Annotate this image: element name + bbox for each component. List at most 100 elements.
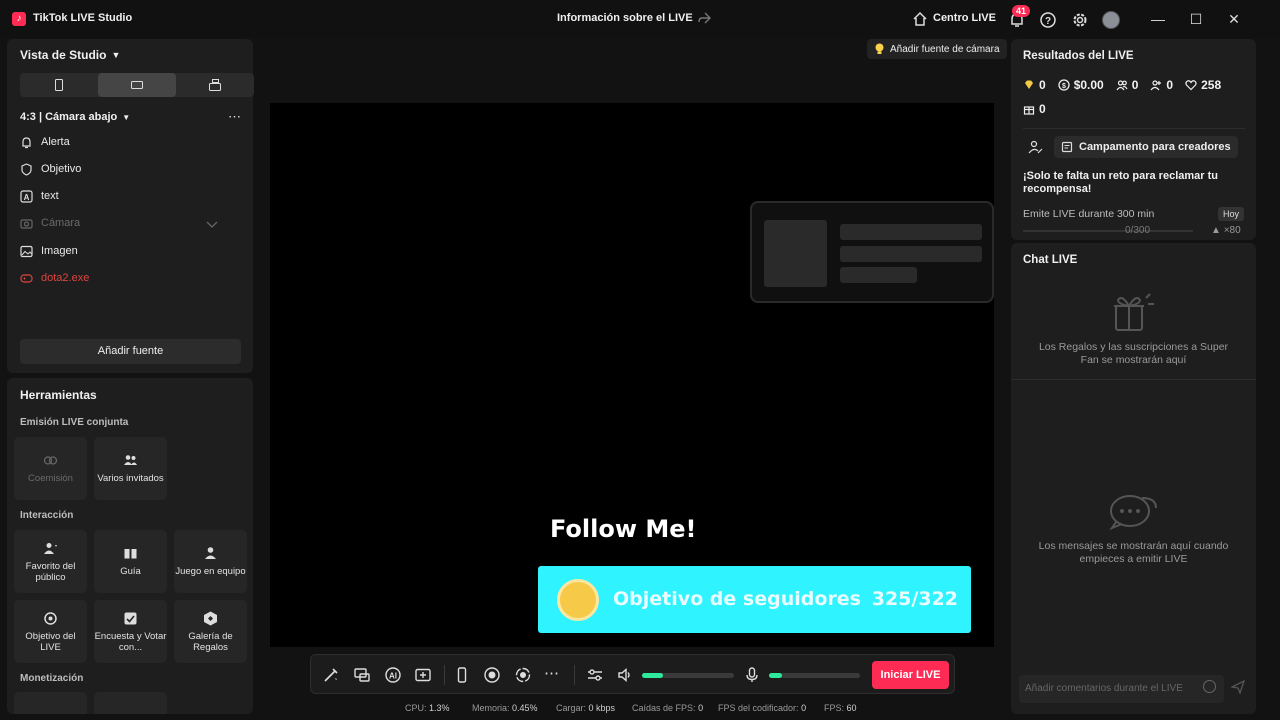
camera-icon bbox=[20, 218, 33, 229]
tool-galeria-regalos[interactable]: Galería de Regalos bbox=[174, 600, 247, 663]
creator-edit-icon[interactable] bbox=[1028, 139, 1044, 155]
follow-me-text: Follow Me! bbox=[550, 515, 697, 543]
team-game-icon bbox=[205, 547, 216, 559]
close-icon[interactable]: ✕ bbox=[1224, 9, 1244, 29]
centro-live-button[interactable]: Centro LIVE bbox=[933, 12, 996, 24]
book-icon bbox=[1061, 141, 1073, 153]
chevron-down-icon[interactable] bbox=[206, 221, 218, 229]
rotate-layout-button[interactable] bbox=[176, 73, 254, 97]
svg-text:AI: AI bbox=[389, 672, 397, 681]
section-label: Emisión LIVE conjunta bbox=[20, 417, 129, 428]
portrait-layout-button[interactable] bbox=[20, 73, 98, 97]
tool-encuesta[interactable]: Encuesta y Votar con... bbox=[94, 600, 167, 663]
tool-monetizacion-1[interactable] bbox=[14, 692, 87, 714]
share-icon[interactable] bbox=[697, 11, 711, 25]
goal-label: Objetivo de seguidores bbox=[613, 588, 861, 610]
heart-icon bbox=[1185, 80, 1197, 91]
record-icon[interactable] bbox=[483, 666, 501, 684]
chat-input[interactable]: Añadir comentarios durante el LIVE bbox=[1019, 675, 1224, 703]
send-icon[interactable] bbox=[1231, 680, 1245, 694]
metric-value: 0 bbox=[1039, 78, 1046, 92]
mixer-settings-icon[interactable] bbox=[586, 666, 604, 684]
task-reward: ▲ ×80 bbox=[1211, 225, 1241, 236]
mic-slider[interactable] bbox=[769, 673, 860, 678]
user-avatar[interactable] bbox=[1102, 11, 1120, 29]
help-icon[interactable]: ? bbox=[1039, 11, 1057, 29]
source-dota2[interactable]: dota2.exe bbox=[20, 269, 89, 287]
tools-title: Herramientas bbox=[20, 388, 97, 402]
camera-placeholder bbox=[750, 201, 994, 303]
tool-coemision[interactable]: Coemisión bbox=[14, 437, 87, 500]
maximize-icon[interactable]: ☐ bbox=[1186, 9, 1206, 29]
scene-label: 4:3 | Cámara abajo bbox=[20, 111, 118, 123]
tool-label: Galería de Regalos bbox=[188, 630, 233, 653]
metric-gifts: 0 bbox=[1023, 102, 1046, 116]
start-live-button[interactable]: Iniciar LIVE bbox=[872, 661, 949, 689]
gifts-empty-message: Los Regalos y las suscripciones a Super … bbox=[1038, 341, 1229, 366]
gift-gallery-icon bbox=[204, 611, 217, 625]
minimize-icon[interactable]: — bbox=[1148, 9, 1168, 29]
source-camara[interactable]: Cámara bbox=[20, 214, 80, 232]
gift-icon bbox=[1023, 106, 1035, 115]
source-text[interactable]: A text bbox=[20, 187, 59, 205]
emoji-icon[interactable] bbox=[1203, 680, 1216, 693]
stat-label: FPS: bbox=[824, 703, 845, 713]
ai-icon[interactable]: AI bbox=[384, 666, 402, 684]
link-icon bbox=[43, 456, 58, 465]
tool-guia[interactable]: Guía bbox=[94, 530, 167, 593]
metric-value: 0 bbox=[1131, 78, 1139, 92]
gift-box-icon bbox=[1114, 293, 1154, 331]
task-badge: Hoy bbox=[1218, 207, 1245, 221]
control-bar: AI ⋯ Iniciar LIVE bbox=[310, 654, 955, 694]
chevron-down-icon: ▼ bbox=[122, 112, 131, 122]
live-info-title[interactable]: Información sobre el LIVE bbox=[557, 12, 693, 24]
bell-icon bbox=[22, 136, 31, 148]
add-camera-hint[interactable]: Añadir fuente de cámara bbox=[867, 39, 1007, 59]
settings-gear-icon[interactable] bbox=[1071, 11, 1089, 29]
add-source-button[interactable]: Añadir fuente bbox=[20, 339, 241, 364]
task-progress-text: 0/300 bbox=[1125, 225, 1151, 236]
source-label: Imagen bbox=[41, 245, 78, 257]
tool-juego-equipo[interactable]: Juego en equipo bbox=[174, 530, 247, 593]
placeholder-line bbox=[840, 267, 917, 283]
tool-favorito-publico[interactable]: Favorito del público bbox=[14, 530, 87, 593]
studio-view-dropdown[interactable]: Vista de Studio ▼ bbox=[20, 48, 120, 62]
more-options-icon[interactable]: ⋯ bbox=[228, 109, 241, 125]
stat-cpu: CPU: 1.3% bbox=[405, 703, 450, 713]
divider bbox=[574, 665, 575, 685]
messages-empty-message: Los mensajes se mostrarán aquí cuando em… bbox=[1038, 540, 1229, 565]
viewers-icon bbox=[1116, 80, 1128, 91]
landscape-icon bbox=[131, 81, 143, 89]
creator-camp-button[interactable]: Campamento para creadores bbox=[1054, 136, 1238, 158]
tool-varios-invitados[interactable]: Varios invitados bbox=[94, 437, 167, 500]
stat-label: Caídas de FPS: bbox=[632, 703, 696, 713]
volume-slider[interactable] bbox=[642, 673, 734, 678]
gamepad-icon bbox=[20, 273, 33, 283]
landscape-layout-button[interactable] bbox=[98, 73, 176, 97]
more-options-icon[interactable]: ⋯ bbox=[544, 664, 559, 682]
replay-icon[interactable] bbox=[514, 666, 532, 684]
reward-icon: ▲ bbox=[1211, 225, 1221, 236]
source-alerta[interactable]: Alerta bbox=[20, 133, 70, 151]
screen-share-icon[interactable] bbox=[353, 666, 371, 684]
scene-dropdown[interactable]: 4:3 | Cámara abajo ▼ bbox=[20, 111, 130, 123]
speaker-icon[interactable] bbox=[616, 666, 634, 684]
chevron-down-icon: ▼ bbox=[111, 50, 121, 60]
shield-icon bbox=[21, 162, 32, 176]
stat-label: Cargar: bbox=[556, 703, 587, 713]
microphone-icon[interactable] bbox=[743, 666, 761, 684]
tools-panel: Herramientas Emisión LIVE conjunta Coemi… bbox=[7, 378, 253, 714]
chat-panel: Chat LIVE Los Regalos y las suscripcione… bbox=[1011, 243, 1256, 714]
magic-wand-icon[interactable] bbox=[322, 666, 340, 684]
home-icon[interactable] bbox=[912, 11, 928, 27]
phone-icon[interactable] bbox=[453, 666, 471, 684]
source-imagen[interactable]: Imagen bbox=[20, 242, 78, 260]
source-objetivo[interactable]: Objetivo bbox=[20, 160, 81, 178]
tool-objetivo-live[interactable]: Objetivo del LIVE bbox=[14, 600, 87, 663]
rotate-icon bbox=[209, 79, 221, 91]
mic-fill bbox=[769, 673, 782, 678]
placeholder-thumb bbox=[764, 220, 827, 287]
svg-text:?: ? bbox=[1045, 16, 1051, 27]
captions-icon[interactable] bbox=[414, 666, 432, 684]
tool-monetizacion-2[interactable] bbox=[94, 692, 167, 714]
